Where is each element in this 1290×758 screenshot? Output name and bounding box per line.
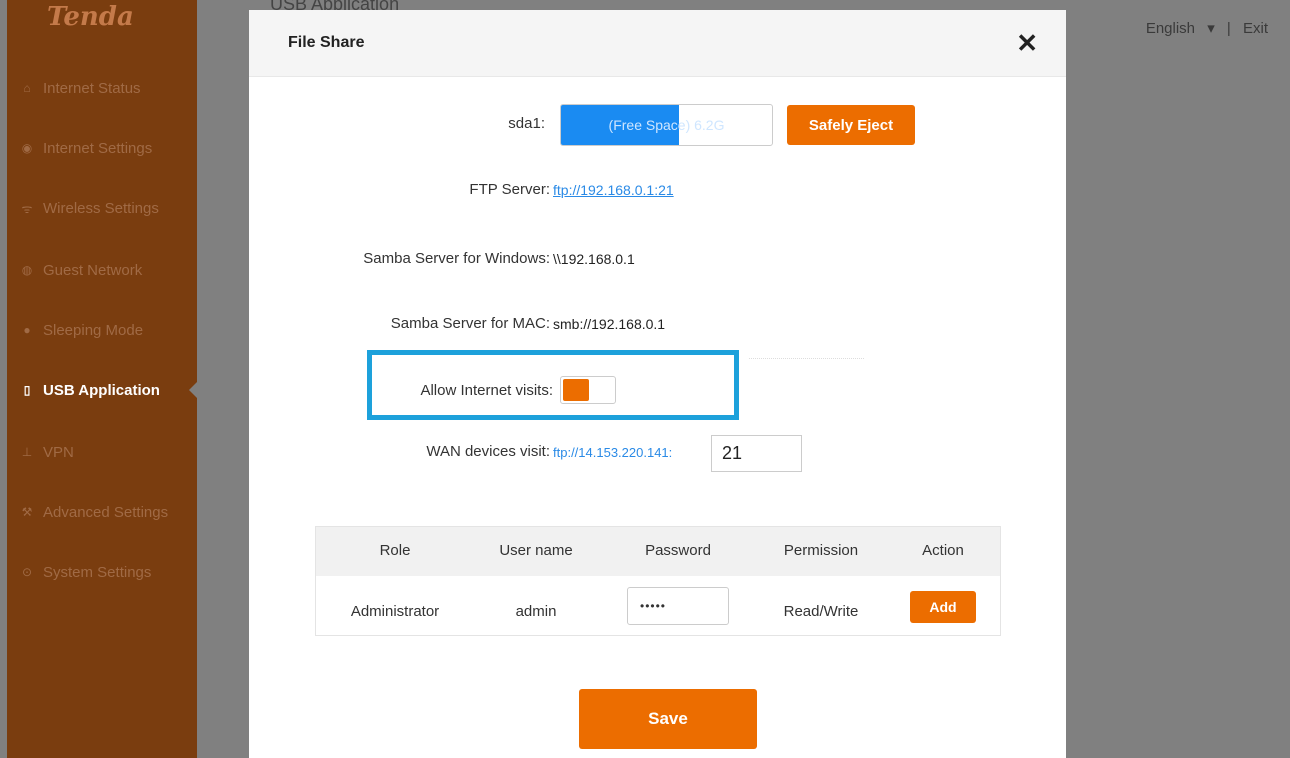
column-header-password: Password — [645, 542, 711, 559]
sidebar-item-guest-network[interactable]: ◍ Guest Network — [7, 250, 197, 290]
file-share-dialog: File Share ✕ sda1: (Free Space) 6.2G Saf… — [249, 10, 1066, 758]
ftp-server-link[interactable]: ftp://192.168.0.1:21 — [553, 182, 674, 198]
tenda-logo: Tenda — [47, 2, 134, 32]
language-select[interactable]: English — [1146, 20, 1195, 37]
column-header-role: Role — [379, 542, 411, 559]
table-header: Role User name Password Permission Actio… — [316, 527, 1000, 576]
guest-icon: ◍ — [21, 263, 33, 277]
close-icon[interactable]: ✕ — [1016, 30, 1038, 56]
safely-eject-button[interactable]: Safely Eject — [787, 105, 915, 145]
vpn-icon: ⊥ — [21, 445, 33, 459]
column-header-permission: Permission — [783, 542, 859, 559]
wan-devices-label: WAN devices visit: — [426, 443, 550, 460]
sidebar-item-label: Guest Network — [43, 261, 143, 279]
dialog-header: File Share ✕ — [249, 10, 1066, 77]
allow-internet-toggle[interactable] — [560, 376, 616, 404]
sidebar-item-wireless-settings[interactable]: ᯤ Wireless Settings — [7, 188, 197, 228]
dialog-title: File Share — [288, 34, 365, 51]
disk-space-bar: (Free Space) 6.2G — [560, 104, 773, 146]
sidebar-item-sleeping-mode[interactable]: ● Sleeping Mode — [7, 310, 197, 350]
usb-icon: ▯ — [23, 383, 31, 397]
gear-icon: ⊙ — [21, 565, 33, 579]
user-table: Role User name Password Permission Actio… — [315, 526, 1001, 636]
wifi-icon: ᯤ — [21, 201, 33, 216]
house-icon: ⌂ — [23, 81, 31, 95]
header-separator: | — [1226, 20, 1231, 37]
sidebar-item-usb-application[interactable]: ▯ USB Application — [7, 370, 199, 410]
save-button[interactable]: Save — [579, 689, 757, 749]
ftp-server-label: FTP Server: — [469, 181, 550, 198]
sidebar-item-label: USB Application — [43, 381, 160, 399]
sidebar-item-label: Internet Settings — [43, 139, 153, 157]
cell-role: Administrator — [350, 603, 440, 620]
sidebar-item-label: Advanced Settings — [43, 503, 169, 521]
exit-link[interactable]: Exit — [1243, 20, 1268, 37]
chevron-down-icon: ▾ — [1207, 20, 1215, 37]
column-header-action: Action — [922, 542, 964, 559]
wan-port-input[interactable]: 21 — [711, 435, 802, 472]
sidebar-item-label: Internet Status — [43, 79, 141, 97]
samba-windows-label: Samba Server for Windows: — [363, 250, 550, 267]
add-button[interactable]: Add — [910, 591, 976, 623]
sidebar-item-label: VPN — [43, 443, 74, 461]
sidebar-item-label: System Settings — [43, 563, 152, 581]
column-header-username: User name — [499, 542, 573, 559]
cell-permission: Read/Write — [783, 603, 859, 620]
wrench-icon: ⚒ — [21, 505, 33, 519]
bulb-icon: ● — [23, 323, 31, 337]
sidebar-item-vpn[interactable]: ⊥ VPN — [7, 432, 197, 472]
disk-space-text: (Free Space) 6.2G — [608, 117, 725, 133]
sidebar-item-advanced-settings[interactable]: ⚒ Advanced Settings — [7, 492, 197, 532]
sidebar-item-internet-status[interactable]: ⌂ Internet Status — [7, 68, 197, 108]
header-links: English ▾ | Exit — [1138, 19, 1268, 37]
password-input[interactable]: ••••• — [627, 587, 729, 625]
wan-address: ftp://14.153.220.141: — [553, 445, 673, 460]
sidebar-item-internet-settings[interactable]: ◉ Internet Settings — [7, 128, 197, 168]
globe-icon: ◉ — [21, 141, 33, 155]
allow-internet-label: Allow Internet visits: — [420, 382, 553, 399]
sidebar-item-label: Sleeping Mode — [43, 321, 144, 339]
disk-label: sda1: — [508, 115, 545, 132]
sidebar-item-label: Wireless Settings — [43, 199, 159, 217]
toggle-knob — [563, 379, 589, 401]
cell-username: admin — [515, 603, 557, 620]
divider — [749, 358, 864, 359]
sidebar: Tenda ⌂ Internet Status ◉ Internet Setti… — [7, 0, 199, 758]
samba-mac-label: Samba Server for MAC: — [390, 315, 550, 332]
samba-mac-value: smb://192.168.0.1 — [553, 316, 666, 332]
sidebar-item-system-settings[interactable]: ⊙ System Settings — [7, 552, 197, 592]
samba-windows-value: \\192.168.0.1 — [553, 251, 635, 267]
